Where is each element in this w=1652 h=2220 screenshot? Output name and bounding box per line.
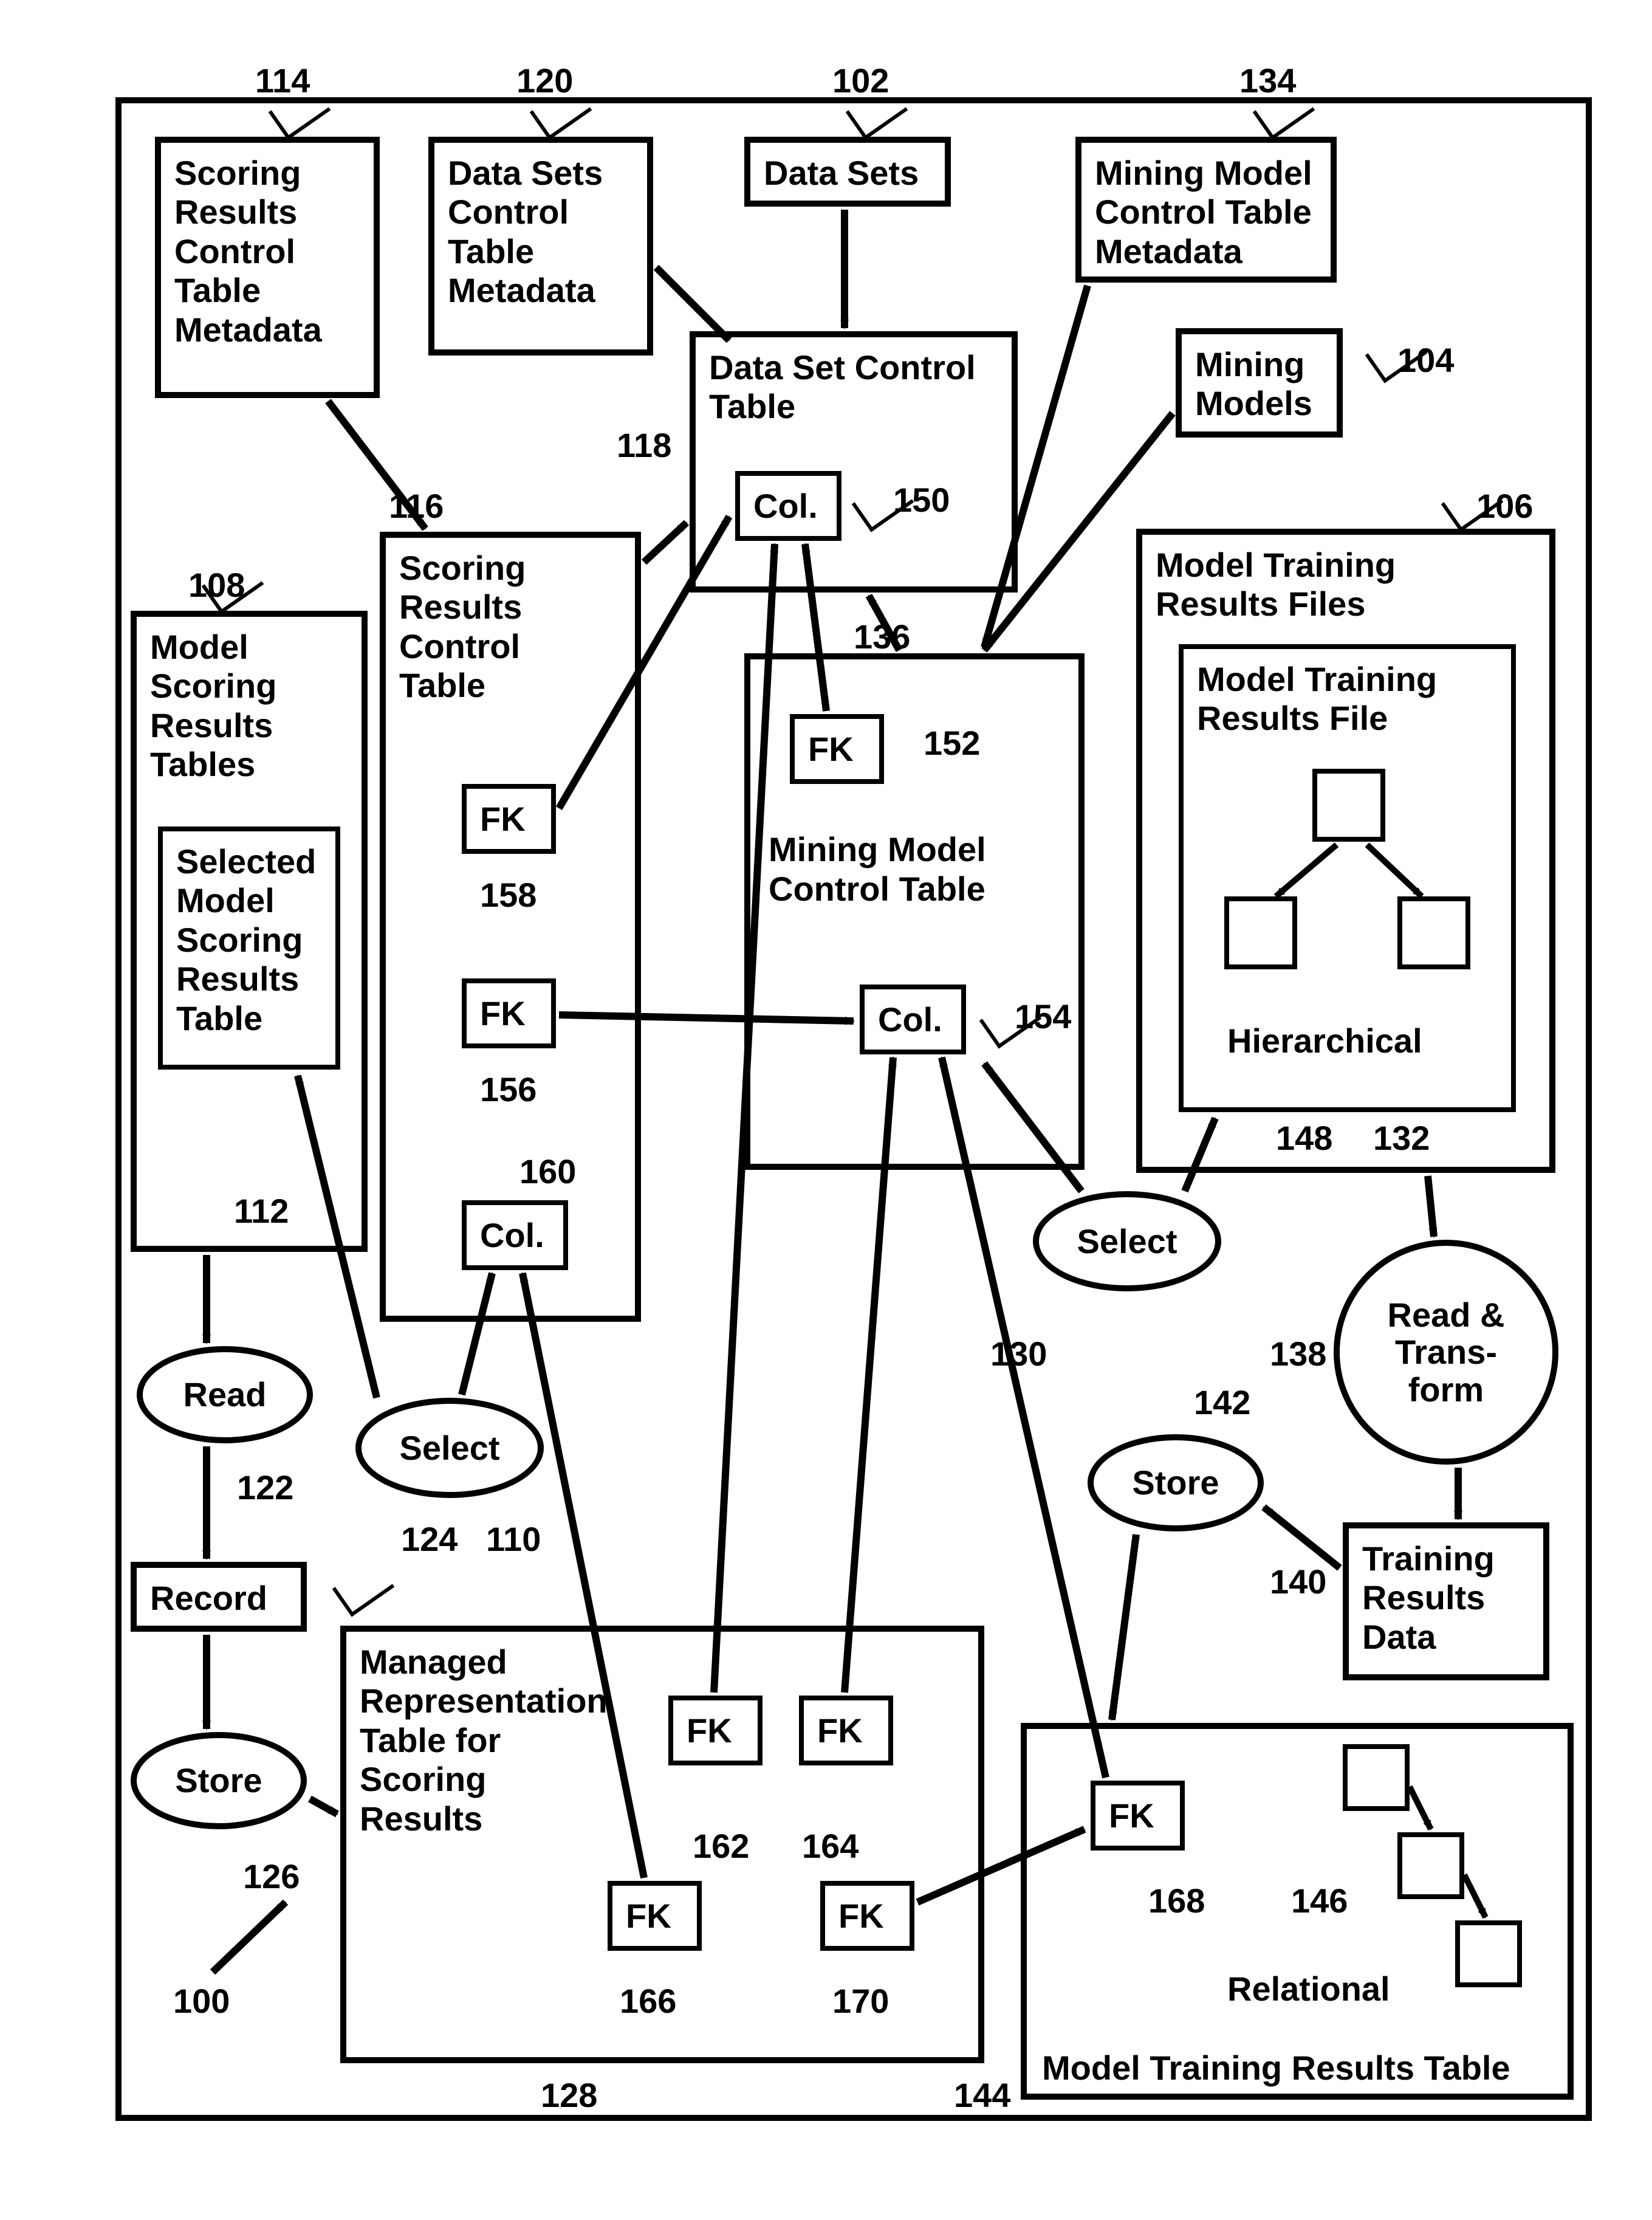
ref-166: 166 (620, 1981, 676, 2021)
box-record: Record (131, 1562, 307, 1632)
label-relational: Relational (1227, 1969, 1390, 2009)
op-store-142: Store (1088, 1434, 1264, 1531)
label-model-training-results-files: Model Training Results Files (1156, 546, 1396, 623)
box-mining-models: Mining Models (1176, 328, 1343, 438)
box-fk-156: FK (462, 978, 556, 1048)
box-fk-166: FK (608, 1881, 702, 1951)
ref-112: 112 (234, 1191, 289, 1231)
ref-158: 158 (480, 875, 536, 915)
ref-118: 118 (617, 425, 671, 465)
ref-152: 152 (924, 723, 980, 763)
box-mining-model-control-table-metadata: Mining Model Control Table Metadata (1075, 137, 1337, 283)
label-mining-model-control-table: Mining Model Control Table (769, 830, 1054, 909)
ref-138: 138 (1270, 1334, 1326, 1373)
rel-box-1 (1343, 1744, 1410, 1811)
box-col-160: Col. (462, 1200, 568, 1270)
op-select-110: Select (355, 1398, 544, 1498)
label-managed-representation-table: Managed Representation Table for Scoring… (360, 1643, 608, 1838)
label-model-scoring-results-tables: Model Scoring Results Tables (150, 628, 276, 783)
box-selected-model-scoring-results-table: Selected Model Scoring Results Table (158, 826, 340, 1070)
ref-122: 122 (237, 1468, 293, 1507)
ref-148: 148 (1276, 1118, 1332, 1158)
box-fk-164: FK (799, 1696, 893, 1765)
ref-100: 100 (173, 1981, 230, 2021)
box-data-sets-control-table-metadata: Data Sets Control Table Metadata (428, 137, 653, 356)
op-read-122: Read (137, 1346, 313, 1443)
ref-146: 146 (1291, 1881, 1348, 1920)
op-select-130: Select (1033, 1191, 1221, 1291)
ref-164: 164 (802, 1826, 859, 1866)
ref-130: 130 (990, 1334, 1047, 1373)
box-fk-152: FK (790, 714, 884, 784)
ref-170: 170 (832, 1981, 889, 2021)
diagram-stage: 114 120 102 134 Scoring Results Control … (0, 0, 1652, 2220)
box-fk-168: FK (1091, 1781, 1185, 1851)
box-fk-158: FK (462, 784, 556, 854)
tree-right-box (1397, 896, 1470, 969)
label-data-set-control-table: Data Set Control Table (709, 348, 976, 425)
ref-116: 116 (389, 486, 444, 526)
label-model-training-results-table: Model Training Results Table (1042, 2048, 1510, 2088)
ref-126: 126 (243, 1857, 300, 1896)
box-scoring-results-control-table-metadata: Scoring Results Control Table Metadata (155, 137, 380, 398)
tree-left-box (1224, 896, 1297, 969)
ref-110: 110 (486, 1519, 541, 1559)
box-fk-162: FK (668, 1696, 763, 1765)
label-scoring-results-control-table: Scoring Results Control Table (399, 549, 526, 704)
label-hierarchical: Hierarchical (1227, 1021, 1422, 1060)
op-store-126: Store (131, 1732, 307, 1829)
tree-root-box (1312, 769, 1385, 842)
box-fk-170: FK (820, 1881, 914, 1951)
ref-156: 156 (480, 1070, 536, 1109)
box-col-154: Col. (860, 985, 966, 1054)
ref-168: 168 (1148, 1881, 1205, 1920)
box-training-results-data: Training Results Data (1343, 1522, 1549, 1680)
box-col-150: Col. (735, 471, 841, 541)
box-data-sets: Data Sets (744, 137, 951, 207)
box-data-set-control-table: Data Set Control Table (690, 331, 1018, 593)
label-model-training-results-file: Model Training Results File (1197, 660, 1437, 737)
ref-142: 142 (1194, 1383, 1250, 1422)
rel-box-2 (1397, 1832, 1464, 1899)
ref-128: 128 (541, 2075, 597, 2115)
rel-box-3 (1455, 1920, 1522, 1987)
ref-160: 160 (519, 1152, 576, 1191)
ref-144: 144 (954, 2075, 1010, 2115)
ref-140: 140 (1270, 1562, 1326, 1601)
ref-132: 132 (1373, 1118, 1430, 1158)
ref-124: 124 (401, 1519, 458, 1559)
ref-162: 162 (693, 1826, 749, 1866)
ref-136: 136 (854, 617, 910, 656)
op-read-transform: Read & Trans- form (1334, 1240, 1558, 1465)
